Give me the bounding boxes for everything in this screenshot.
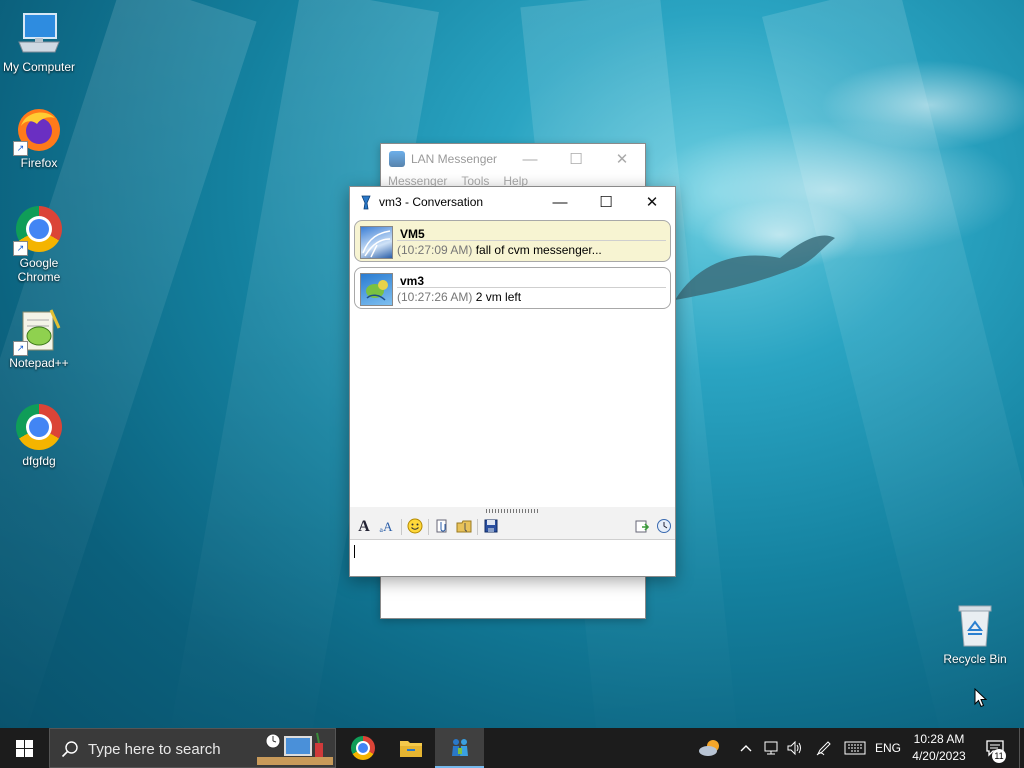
splitter-grip — [486, 509, 540, 513]
smiley-icon[interactable] — [406, 518, 424, 536]
desktop-icon-recycle-bin[interactable]: Recycle Bin — [937, 602, 1013, 666]
desktop-icon-google-chrome[interactable]: ↗ Google Chrome — [1, 205, 77, 284]
show-hidden-icons-chevron-up-icon[interactable] — [736, 728, 756, 768]
search-highlights-image — [257, 731, 333, 765]
desktop-icon-label: My Computer — [2, 60, 76, 74]
message-timestamp: (10:27:26 AM) — [397, 290, 473, 304]
toolbar-separator — [428, 519, 429, 535]
message-body: (10:27:26 AM) 2 vm left — [397, 290, 521, 304]
transfer-icon[interactable] — [633, 518, 651, 536]
window-title: LAN Messenger — [411, 152, 498, 166]
start-button[interactable] — [0, 728, 48, 768]
conversation-titlebar[interactable]: vm3 - Conversation — ☐ ✕ — [350, 187, 675, 217]
network-icon[interactable] — [760, 728, 782, 768]
volume-icon[interactable] — [784, 728, 806, 768]
message-text: fall of cvm messenger... — [475, 243, 602, 257]
text-cursor — [354, 545, 355, 558]
message-divider — [397, 287, 666, 288]
message-text: 2 vm left — [475, 290, 522, 304]
toolbar-separator — [477, 519, 478, 535]
clock-date: 4/20/2023 — [912, 749, 966, 763]
maximize-button[interactable]: ☐ — [553, 144, 599, 174]
conversation-app-icon — [359, 194, 373, 210]
font-icon[interactable]: A — [355, 518, 373, 536]
firefox-icon: ↗ — [13, 106, 63, 156]
pen-icon[interactable] — [812, 728, 836, 768]
shortcut-arrow-icon: ↗ — [13, 241, 28, 256]
close-button[interactable]: ✕ — [599, 144, 645, 174]
lan-messenger-titlebar[interactable]: LAN Messenger — ☐ ✕ — [381, 144, 645, 174]
message-divider — [397, 240, 666, 241]
send-folder-icon[interactable] — [455, 518, 473, 536]
notepad-plus-plus-icon: ↗ — [13, 306, 63, 356]
desktop-icon-dfgfdg[interactable]: dfgfdg — [1, 403, 77, 468]
shortcut-arrow-icon: ↗ — [13, 141, 28, 156]
maximize-button[interactable]: ☐ — [583, 187, 629, 217]
message-timestamp: (10:27:09 AM) — [397, 243, 473, 257]
search-placeholder: Type here to search — [88, 741, 221, 758]
message-history[interactable]: VM5 (10:27:09 AM) fall of cvm messenger.… — [350, 217, 675, 507]
input-language-indicator[interactable]: ENG — [872, 728, 904, 768]
lan-messenger-icon — [451, 739, 468, 756]
minimize-button[interactable]: — — [537, 187, 583, 217]
computer-icon — [15, 10, 63, 58]
weather-icon[interactable] — [693, 728, 727, 768]
recycle-bin-icon — [951, 602, 999, 650]
folder-icon — [400, 741, 422, 757]
notification-count-badge: 11 — [992, 749, 1006, 763]
minimize-button[interactable]: — — [507, 144, 553, 174]
message-sender: vm3 — [400, 274, 425, 288]
chrome-icon: ↗ — [13, 206, 63, 256]
message-input[interactable] — [350, 539, 675, 576]
desktop-icon-label: dfgfdg — [22, 454, 56, 468]
chrome-icon — [15, 404, 63, 452]
taskbar-file-explorer[interactable] — [387, 728, 435, 768]
splitter-handle[interactable] — [350, 507, 675, 515]
desktop-icon-my-computer[interactable]: My Computer — [1, 10, 77, 74]
shortcut-arrow-icon: ↗ — [13, 341, 28, 356]
taskbar-search-box[interactable]: Type here to search — [49, 728, 336, 768]
close-button[interactable]: ✕ — [629, 187, 675, 217]
save-icon[interactable] — [482, 518, 500, 536]
message-bubble: VM5 (10:27:09 AM) fall of cvm messenger.… — [354, 220, 671, 262]
font-color-icon[interactable]: ₐA — [377, 518, 395, 536]
taskbar: Type here to search ENG 10:28 AM 4/20/20… — [0, 728, 1024, 768]
desktop-icon-notepad-plus-plus[interactable]: ↗ Notepad++ — [1, 306, 77, 370]
message-bubble: vm3 (10:27:26 AM) 2 vm left — [354, 267, 671, 309]
conversation-window[interactable]: vm3 - Conversation — ☐ ✕ VM5 (10:27:09 A… — [349, 186, 676, 577]
mouse-cursor-icon — [974, 688, 988, 708]
desktop-icon-label: Notepad++ — [9, 356, 69, 370]
window-title: vm3 - Conversation — [379, 195, 484, 209]
toolbar-separator — [401, 519, 402, 535]
taskbar-chrome[interactable] — [339, 728, 387, 768]
desktop-icon-firefox[interactable]: ↗ Firefox — [1, 106, 77, 170]
taskbar-lan-messenger[interactable] — [435, 728, 484, 768]
message-toolbar: A ₐA — [350, 515, 675, 539]
desktop-icon-label: Firefox — [20, 156, 58, 170]
chrome-icon — [351, 736, 375, 760]
desktop-icon-label: Recycle Bin — [943, 652, 1007, 666]
action-center-button[interactable]: 11 — [978, 728, 1012, 768]
show-desktop-button[interactable] — [1019, 728, 1024, 768]
touch-keyboard-icon[interactable] — [842, 728, 868, 768]
history-icon[interactable] — [655, 518, 673, 536]
desktop-icon-label: Google Chrome — [17, 256, 61, 284]
avatar — [360, 273, 393, 306]
avatar — [360, 226, 393, 259]
send-file-icon[interactable] — [433, 518, 451, 536]
lan-messenger-app-icon — [389, 151, 405, 167]
taskbar-clock[interactable]: 10:28 AM 4/20/2023 — [906, 728, 972, 768]
clock-time: 10:28 AM — [913, 732, 965, 746]
message-body: (10:27:09 AM) fall of cvm messenger... — [397, 243, 602, 257]
message-sender: VM5 — [400, 227, 425, 241]
windows-logo-icon — [15, 739, 33, 757]
search-icon — [61, 741, 78, 758]
